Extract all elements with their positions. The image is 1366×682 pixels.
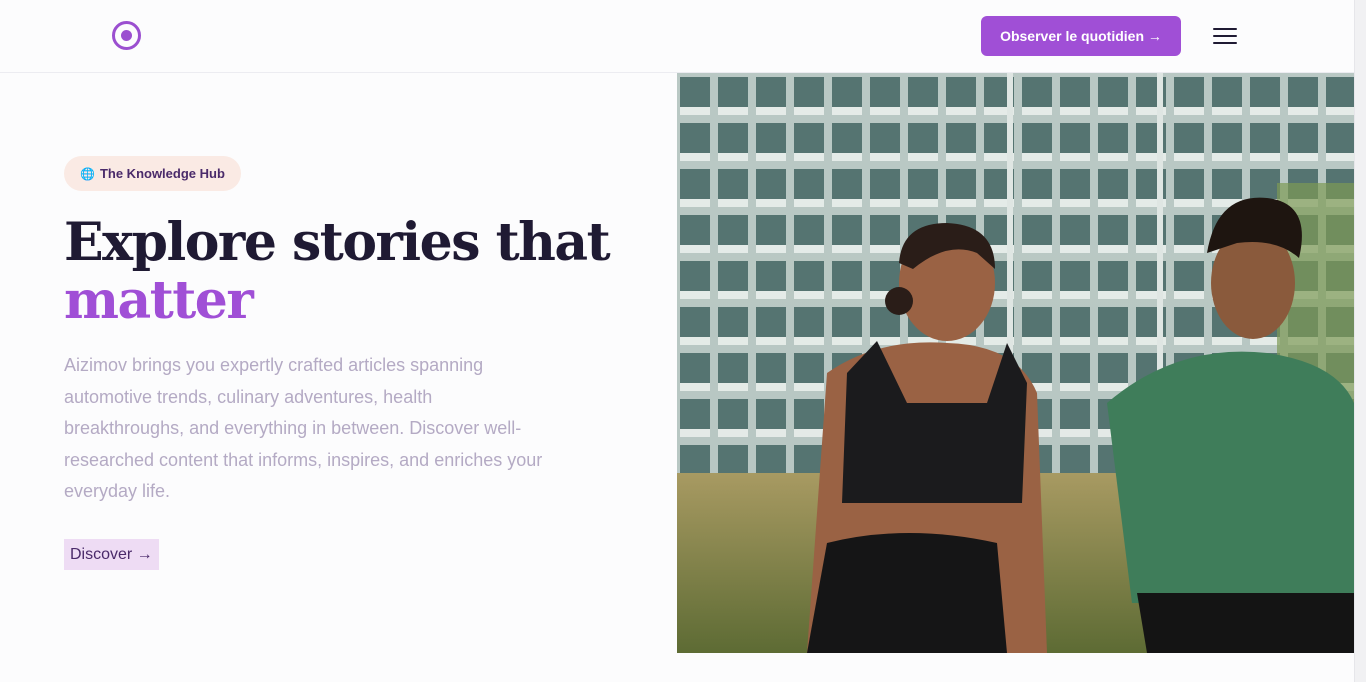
hero-title-line2: matter <box>64 270 254 331</box>
logo-icon[interactable] <box>112 21 141 50</box>
menu-line <box>1213 35 1237 37</box>
hero-title: Explore stories that matter <box>64 214 624 330</box>
knowledge-hub-badge: 🌐 The Knowledge Hub <box>64 156 241 191</box>
badge-label: The Knowledge Hub <box>99 166 225 181</box>
globe-icon: 🌐 <box>80 166 95 181</box>
observer-cta-button[interactable]: Observer le quotidien → <box>981 16 1181 56</box>
discover-button[interactable]: Discover → <box>64 539 159 570</box>
logo-dot <box>121 30 132 41</box>
site-header: Observer le quotidien → <box>0 0 1354 73</box>
hero-image <box>677 73 1354 653</box>
hamburger-menu-icon[interactable] <box>1209 24 1241 48</box>
hero-description: Aizimov brings you expertly crafted arti… <box>64 355 543 501</box>
menu-line <box>1213 42 1237 44</box>
page-scrollbar[interactable] <box>1354 0 1366 682</box>
hero-title-line1: Explore stories that <box>64 212 611 273</box>
hero-photo-illustration <box>677 73 1354 653</box>
menu-line <box>1213 28 1237 30</box>
